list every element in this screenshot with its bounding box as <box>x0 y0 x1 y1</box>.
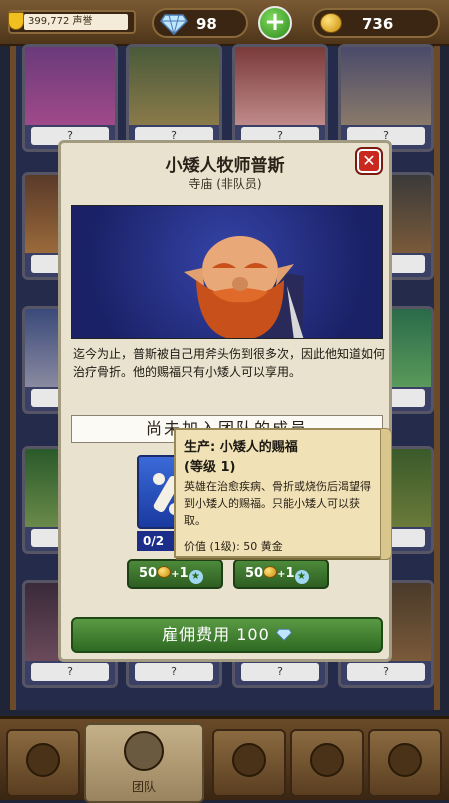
hero-card-label: ? <box>31 663 109 681</box>
gold-count: 736 <box>362 15 394 33</box>
hero-detail-dialog: 小矮人牧师普斯 寺庙 (非队员) ✕ 迄今为止，普斯被自己用斧头伤到很多次，因此… <box>58 140 392 662</box>
star-point-icon: ★ <box>188 570 203 584</box>
nav-buildings[interactable] <box>212 729 286 797</box>
hero-card-label: ? <box>241 663 319 681</box>
hero-portrait <box>235 47 325 125</box>
tooltip-title: 生产: 小矮人的赐福 <box>184 440 298 455</box>
hero-card-label: ? <box>347 663 425 681</box>
gem-count: 98 <box>196 15 217 33</box>
cost-gold-amount: 50 <box>245 566 264 581</box>
medal-icon <box>388 743 422 777</box>
hero-portrait <box>25 47 115 125</box>
reputation-value: 399,772 声誉 <box>24 14 128 30</box>
cost-gold-amount: 50 <box>139 566 158 581</box>
nav-achievements[interactable] <box>368 729 442 797</box>
nav-team[interactable]: 团队 <box>84 723 204 803</box>
diamond-icon <box>275 628 292 641</box>
hero-card-label: ? <box>135 663 213 681</box>
cost-point-amount: 1 <box>179 566 189 581</box>
hero-card[interactable]: ? <box>126 44 222 152</box>
top-bar: 399,772 声誉 98 + 736 <box>0 0 449 46</box>
hire-label: 雇佣费用 100 <box>162 625 270 644</box>
gem-shop-icon <box>26 743 60 777</box>
hire-button[interactable]: 雇佣费用 100 <box>71 617 383 653</box>
hero-name: 小矮人牧师普斯 <box>165 156 285 176</box>
reputation-icon <box>8 12 24 30</box>
cost-point-amount: 1 <box>285 566 295 581</box>
team-icon <box>124 731 164 771</box>
hero-description: 迄今为止，普斯被自己用斧头伤到很多次，因此他知道如何治疗骨折。他的赐福只有小矮人… <box>73 347 386 379</box>
hero-location: 寺庙 (非队员) <box>188 177 262 191</box>
dwarf-priest-illustration <box>184 236 304 338</box>
nav-gems[interactable] <box>6 729 80 797</box>
hero-card[interactable]: ? <box>22 44 118 152</box>
upgrade-cost-button[interactable]: 50 +1 ★ <box>233 559 329 589</box>
item-tooltip: 生产: 小矮人的赐福 (等级 1) 英雄在治愈疾病、骨折或烧伤后渴望得到小矮人的… <box>174 428 392 560</box>
tooltip-body: 英雄在治愈疾病、骨折或烧伤后渴望得到小矮人的赐福。只能小矮人可以获取。 <box>184 480 371 527</box>
gold-coin-icon <box>263 566 278 578</box>
gold-coin-icon <box>320 13 342 33</box>
gold-counter: 736 <box>312 8 440 38</box>
tooltip-level: (等级 1) <box>184 460 236 475</box>
star-point-icon: ★ <box>294 570 309 584</box>
hero-card[interactable]: ? <box>338 44 434 152</box>
gold-coin-icon <box>157 566 172 578</box>
diamond-icon <box>160 14 188 35</box>
house-icon <box>232 743 266 777</box>
bottom-nav: 团队 <box>0 716 449 803</box>
reputation-box: 399,772 声誉 <box>8 10 136 34</box>
hero-card[interactable]: ? <box>232 44 328 152</box>
chest-icon <box>310 743 344 777</box>
nav-team-label: 团队 <box>131 780 156 794</box>
close-icon: ✕ <box>362 151 376 170</box>
hero-portrait <box>341 47 431 125</box>
hero-portrait <box>129 47 219 125</box>
gem-counter: 98 <box>152 8 248 38</box>
close-button[interactable]: ✕ <box>357 149 381 173</box>
upgrade-cost-button[interactable]: 50 +1 ★ <box>127 559 223 589</box>
tooltip-value: 价值 (1级): 50 黄金 <box>184 540 283 553</box>
nav-chest[interactable] <box>290 729 364 797</box>
buy-gems-button[interactable]: + <box>258 6 292 40</box>
hero-portrait-large <box>71 205 383 339</box>
